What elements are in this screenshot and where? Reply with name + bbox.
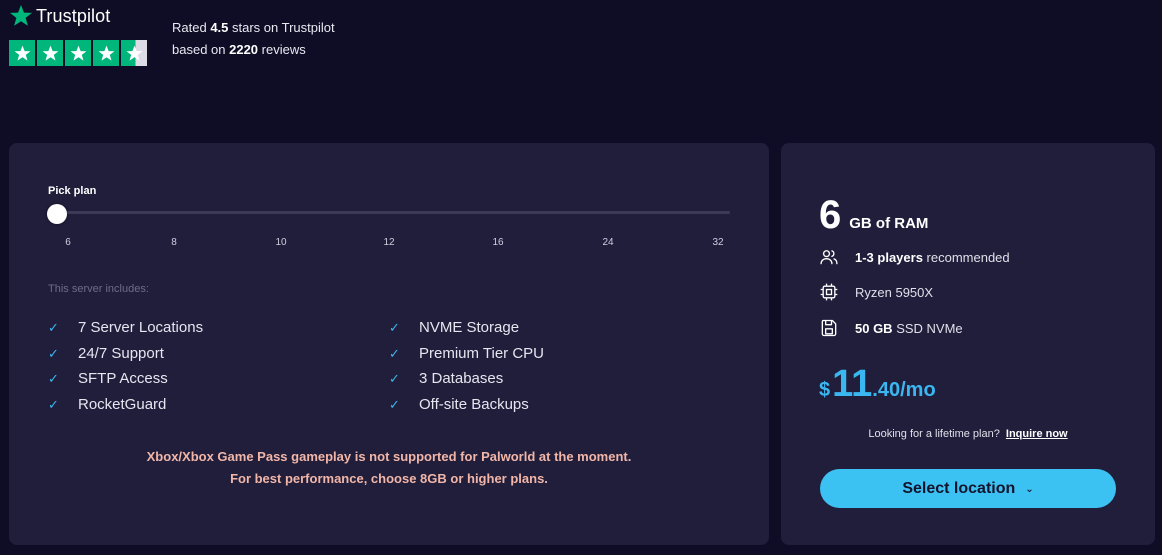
check-icon: ✓ [48,319,59,335]
star-icon [93,40,119,66]
feature-item: ✓ RocketGuard [48,396,167,413]
cpu-spec: Ryzen 5950X [819,282,933,302]
feature-item: ✓ Off-site Backups [389,396,529,413]
storage-spec: 50 GB SSD NVMe [819,318,963,338]
trustpilot-logo: Trustpilot [9,4,110,28]
plan-slider-track[interactable] [57,211,730,214]
star-icon [65,40,91,66]
tick-label: 6 [65,237,71,248]
check-icon: ✓ [389,319,400,335]
tick-label: 24 [602,237,614,248]
check-icon: ✓ [48,370,59,386]
trustpilot-stars [9,40,147,66]
check-icon: ✓ [389,396,400,412]
feature-item: ✓ NVME Storage [389,319,520,336]
check-icon: ✓ [48,345,59,361]
tick-label: 8 [171,237,177,248]
check-icon: ✓ [389,345,400,361]
star-icon [10,5,32,26]
xbox-warning: Xbox/Xbox Game Pass gameplay is not supp… [146,449,632,486]
users-icon [820,250,838,265]
cpu-icon [820,283,838,301]
includes-label: This server includes: [48,283,149,295]
feature-item: ✓ 24/7 Support [48,345,164,362]
tick-label: 32 [712,237,724,248]
star-icon [37,40,63,66]
tick-label: 12 [383,237,395,248]
ram-amount: 6 GB of RAM [819,193,929,237]
plan-summary-panel: 6 GB of RAM 1-3 players recommended Ryze… [781,143,1155,545]
star-half-icon [121,40,147,66]
chevron-down-icon: ⌄ [1025,484,1034,495]
feature-item: ✓ 3 Databases [389,370,504,387]
feature-item: ✓ Premium Tier CPU [389,345,545,362]
players-spec: 1-3 players recommended [819,247,1010,267]
lifetime-plan-note: Looking for a lifetime plan? Inquire now [868,428,1068,440]
plan-slider-thumb[interactable] [47,204,67,224]
check-icon: ✓ [389,370,400,386]
save-icon [821,319,837,337]
tick-label: 16 [492,237,504,248]
trustpilot-brand: Trustpilot [36,5,111,26]
inquire-now-link[interactable]: Inquire now [1006,428,1068,440]
trustpilot-rating-text: Rated 4.5 stars on Trustpilot based on 2… [172,20,335,57]
star-icon [9,40,35,66]
feature-item: ✓ 7 Server Locations [48,319,204,336]
check-icon: ✓ [48,396,59,412]
feature-item: ✓ SFTP Access [48,370,168,387]
pick-plan-label: Pick plan [48,185,97,197]
tick-label: 10 [275,237,287,248]
select-location-button[interactable]: Select location ⌄ [820,469,1116,508]
plan-config-panel: Pick plan 6 8 10 12 16 24 32 This server… [9,143,769,545]
price: $ 11 .40/mo [819,363,936,405]
